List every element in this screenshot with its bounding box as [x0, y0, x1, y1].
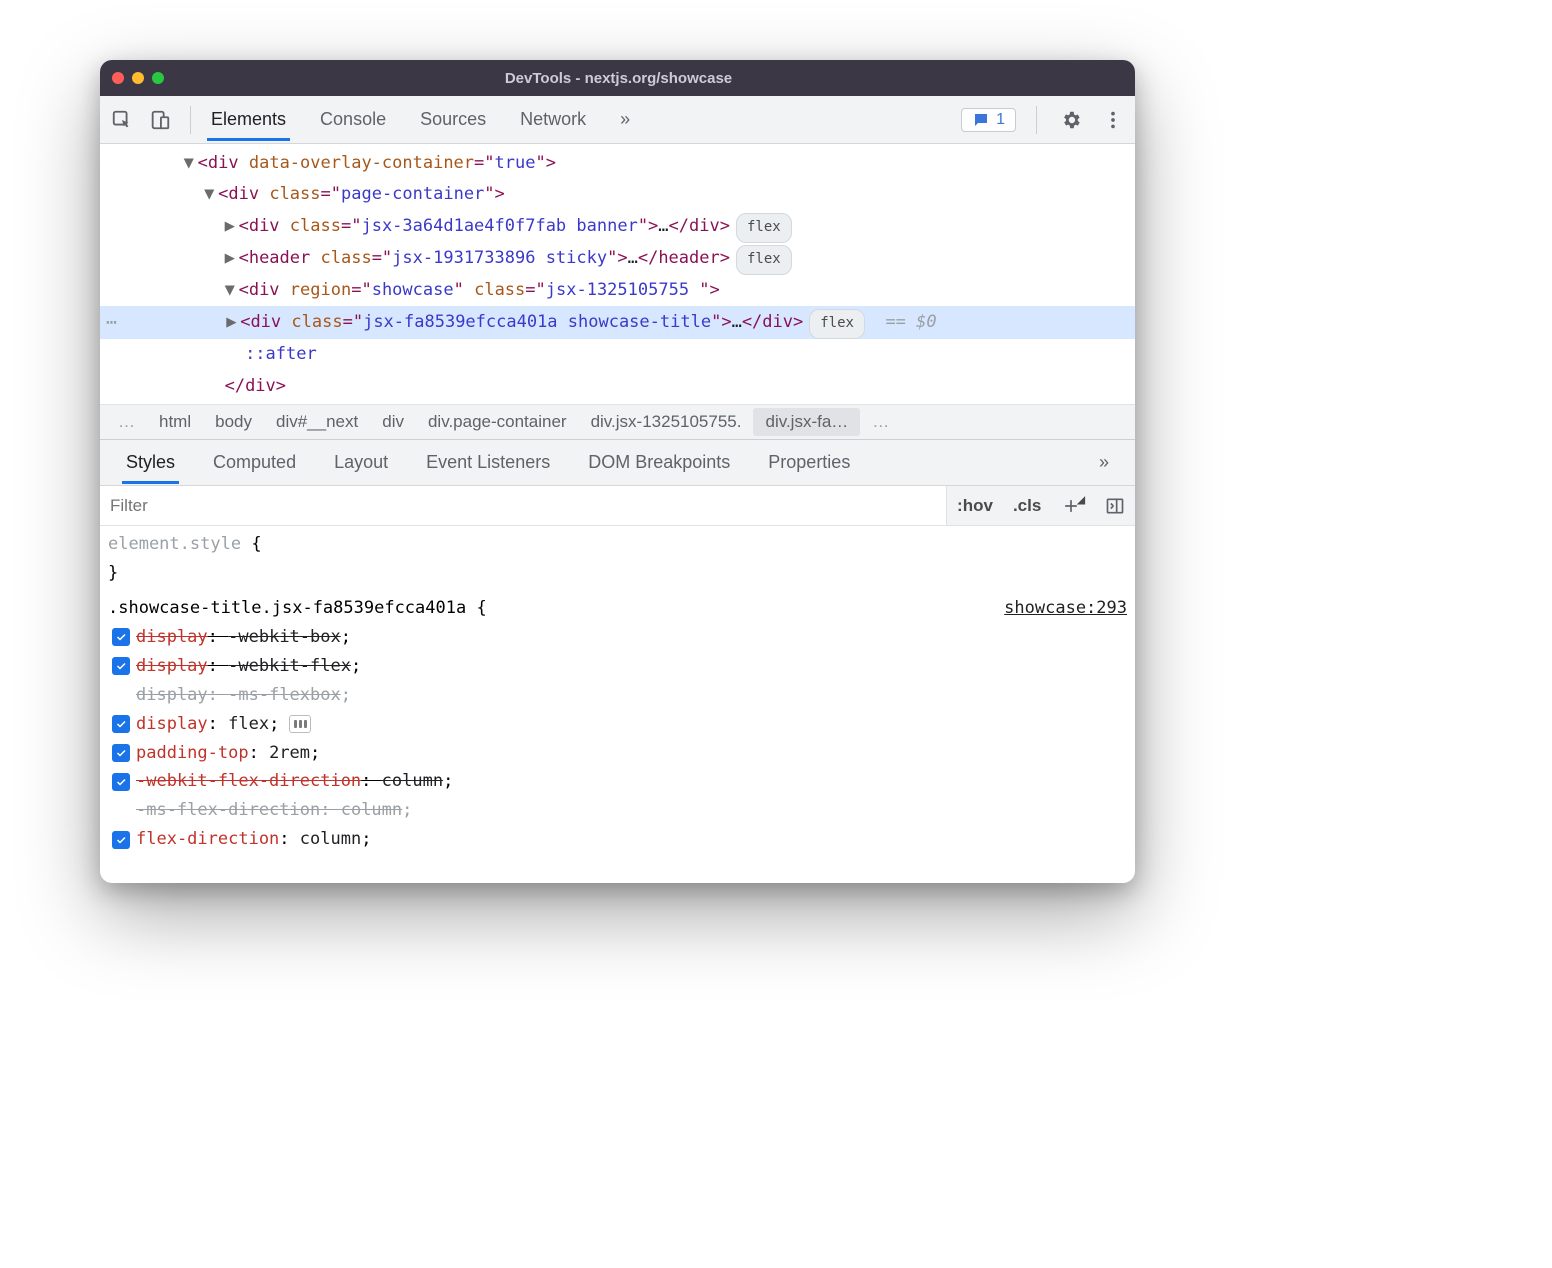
- console-ref: == $0: [885, 312, 936, 332]
- css-property-row[interactable]: -webkit-flex-direction: column;: [108, 767, 1127, 796]
- property-toggle-checkbox[interactable]: [112, 773, 130, 791]
- title-bar[interactable]: DevTools - nextjs.org/showcase: [100, 60, 1135, 96]
- tab-layout[interactable]: Layout: [330, 442, 392, 484]
- dom-line[interactable]: ::after: [100, 339, 1135, 370]
- tabs-overflow[interactable]: »: [616, 99, 634, 141]
- dom-line-selected[interactable]: ⋯ ▶<div class="jsx-fa8539efcca401a showc…: [100, 306, 1135, 339]
- breadcrumb[interactable]: div: [370, 408, 416, 436]
- source-link[interactable]: showcase:293: [1004, 594, 1127, 623]
- css-rule-header[interactable]: .showcase-title.jsx-fa8539efcca401a { sh…: [108, 594, 1127, 623]
- cls-toggle[interactable]: .cls: [1003, 486, 1051, 525]
- selector[interactable]: .showcase-title.jsx-fa8539efcca401a: [108, 598, 466, 618]
- flex-badge[interactable]: flex: [736, 213, 792, 243]
- property-text[interactable]: display: -ms-flexbox;: [136, 681, 351, 710]
- issues-icon: [972, 111, 990, 129]
- flex-editor-icon[interactable]: [289, 715, 311, 733]
- property-text[interactable]: display: -webkit-box;: [136, 623, 351, 652]
- styles-sidebar-tabs: Styles Computed Layout Event Listeners D…: [100, 440, 1135, 486]
- breadcrumb-current[interactable]: div.jsx-fa…: [753, 408, 860, 436]
- issues-count: 1: [996, 111, 1005, 129]
- css-property-row[interactable]: flex-direction: column;: [108, 825, 1127, 854]
- property-text[interactable]: display: flex;: [136, 710, 279, 739]
- styles-tabs-overflow[interactable]: »: [1095, 442, 1113, 484]
- toolbar-right: 1: [961, 106, 1127, 134]
- window-title: DevTools - nextjs.org/showcase: [114, 70, 1123, 87]
- property-toggle-checkbox[interactable]: [112, 831, 130, 849]
- property-toggle-checkbox[interactable]: [112, 628, 130, 646]
- css-property-row[interactable]: display: -webkit-box;: [108, 623, 1127, 652]
- styles-filter-input[interactable]: [100, 486, 946, 525]
- property-toggle-checkbox[interactable]: [112, 657, 130, 675]
- flex-badge[interactable]: flex: [809, 309, 865, 339]
- new-style-rule-button[interactable]: ◢: [1051, 486, 1095, 525]
- breadcrumb[interactable]: html: [147, 408, 203, 436]
- inline-style-rule[interactable]: element.style { }: [108, 530, 1127, 588]
- tab-network[interactable]: Network: [516, 99, 590, 141]
- property-toggle-placeholder: [112, 686, 130, 704]
- styles-filter-bar: :hov .cls ◢: [100, 486, 1135, 526]
- device-toolbar-icon[interactable]: [146, 106, 174, 134]
- tab-properties[interactable]: Properties: [764, 442, 854, 484]
- breadcrumb-bar: … html body div#__next div div.page-cont…: [100, 404, 1135, 440]
- dom-line[interactable]: ▶<header class="jsx-1931733896 sticky">……: [100, 243, 1135, 275]
- separator: [1036, 106, 1037, 134]
- settings-gear-icon[interactable]: [1057, 106, 1085, 134]
- main-tabs: Elements Console Sources Network »: [207, 99, 634, 141]
- tab-styles[interactable]: Styles: [122, 442, 179, 484]
- css-property-row[interactable]: -ms-flex-direction: column;: [108, 796, 1127, 825]
- property-toggle-checkbox[interactable]: [112, 744, 130, 762]
- breadcrumb-overflow-left[interactable]: …: [106, 408, 147, 436]
- devtools-window: DevTools - nextjs.org/showcase Elements …: [100, 60, 1135, 883]
- flex-badge[interactable]: flex: [736, 245, 792, 275]
- property-text[interactable]: -ms-flex-direction: column;: [136, 796, 412, 825]
- elements-tree[interactable]: ▼<div data-overlay-container="true"> ▼<d…: [100, 144, 1135, 404]
- dom-line[interactable]: ▼<div region="showcase" class="jsx-13251…: [100, 275, 1135, 306]
- css-properties: display: -webkit-box;display: -webkit-fl…: [108, 623, 1127, 854]
- dom-line[interactable]: ▶<div class="jsx-3a64d1ae4f0f7fab banner…: [100, 211, 1135, 243]
- selector: element.style {: [108, 534, 262, 554]
- breadcrumb-overflow-right[interactable]: …: [860, 408, 901, 436]
- css-property-row[interactable]: display: flex;: [108, 710, 1127, 739]
- tab-console[interactable]: Console: [316, 99, 390, 141]
- dom-line[interactable]: ▼<div data-overlay-container="true">: [100, 148, 1135, 179]
- separator: [190, 106, 191, 134]
- property-text[interactable]: flex-direction: column;: [136, 825, 371, 854]
- tab-dom-breakpoints[interactable]: DOM Breakpoints: [584, 442, 734, 484]
- gutter-ellipsis-icon[interactable]: ⋯: [100, 306, 124, 339]
- property-text[interactable]: padding-top: 2rem;: [136, 739, 320, 768]
- css-property-row[interactable]: display: -webkit-flex;: [108, 652, 1127, 681]
- inspect-element-icon[interactable]: [108, 106, 136, 134]
- breadcrumb[interactable]: div#__next: [264, 408, 370, 436]
- breadcrumb[interactable]: div.page-container: [416, 408, 579, 436]
- css-property-row[interactable]: display: -ms-flexbox;: [108, 681, 1127, 710]
- dom-line[interactable]: ▼<div class="page-container">: [100, 179, 1135, 210]
- property-text[interactable]: -webkit-flex-direction: column;: [136, 767, 453, 796]
- property-text[interactable]: display: -webkit-flex;: [136, 652, 361, 681]
- property-toggle-checkbox[interactable]: [112, 715, 130, 733]
- issues-button[interactable]: 1: [961, 108, 1016, 132]
- property-toggle-placeholder: [112, 802, 130, 820]
- dom-line[interactable]: </div>: [100, 371, 1135, 402]
- breadcrumb[interactable]: body: [203, 408, 264, 436]
- breadcrumb[interactable]: div.jsx-1325105755.: [579, 408, 754, 436]
- toggle-computed-sidebar-icon[interactable]: [1095, 486, 1135, 525]
- tab-sources[interactable]: Sources: [416, 99, 490, 141]
- styles-pane[interactable]: element.style { } .showcase-title.jsx-fa…: [100, 526, 1135, 862]
- hov-toggle[interactable]: :hov: [947, 486, 1003, 525]
- tab-event-listeners[interactable]: Event Listeners: [422, 442, 554, 484]
- main-toolbar: Elements Console Sources Network » 1: [100, 96, 1135, 144]
- tab-elements[interactable]: Elements: [207, 99, 290, 141]
- kebab-menu-icon[interactable]: [1099, 106, 1127, 134]
- css-property-row[interactable]: padding-top: 2rem;: [108, 739, 1127, 768]
- tab-computed[interactable]: Computed: [209, 442, 300, 484]
